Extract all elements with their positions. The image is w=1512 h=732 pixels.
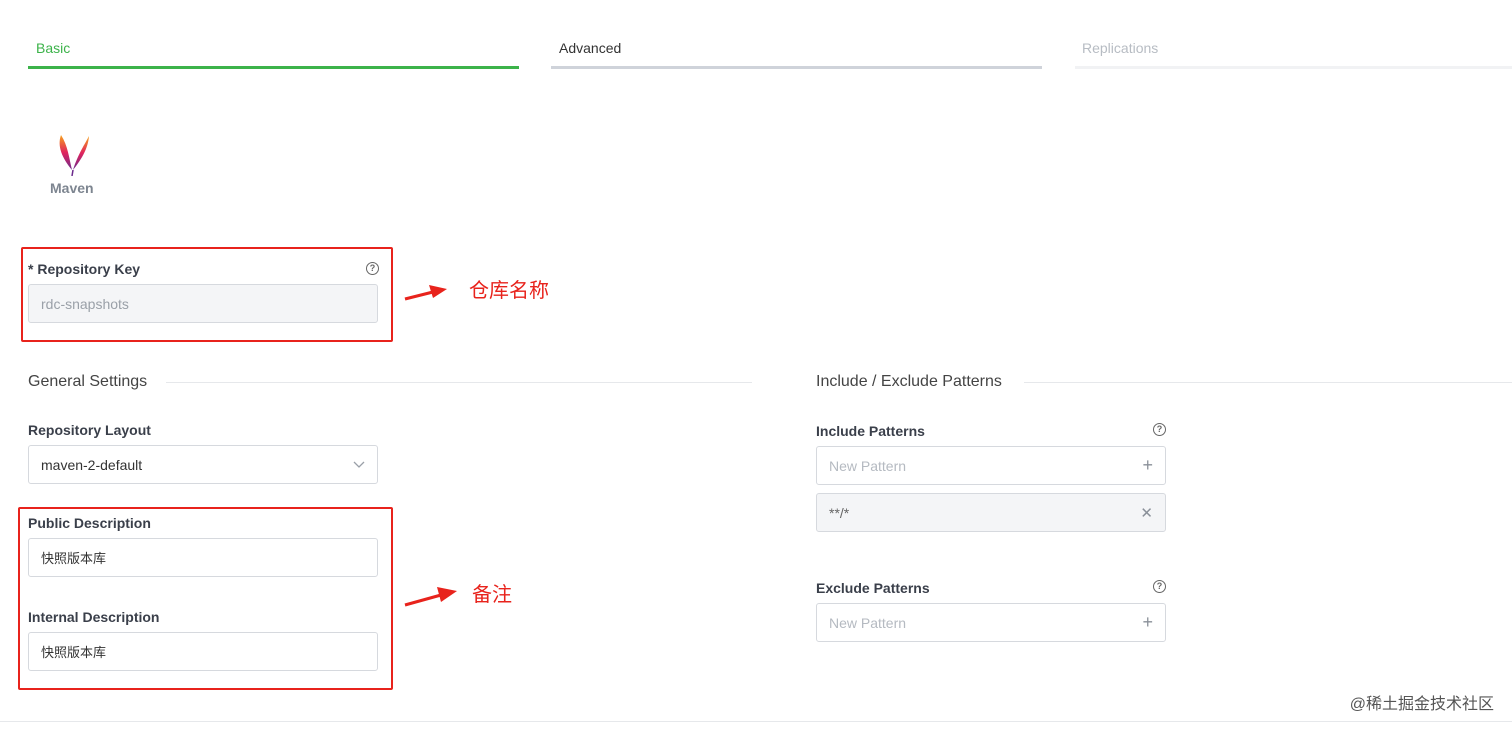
tab-basic[interactable]: Basic [36, 40, 70, 56]
include-pattern-input[interactable]: New Pattern + [816, 446, 1166, 485]
include-patterns-label: Include Patterns [816, 423, 925, 439]
chevron-down-icon [353, 461, 365, 469]
exclude-patterns-label: Exclude Patterns [816, 580, 930, 596]
patterns-title: Include / Exclude Patterns [816, 373, 1002, 390]
bottom-divider [0, 721, 1512, 722]
tab-advanced-indicator [551, 66, 1042, 69]
include-pattern-item: **/* ✕ [816, 493, 1166, 532]
annotation-arrow-icon [403, 585, 459, 614]
annotation-box-repo-key [21, 247, 393, 342]
add-exclude-pattern-icon[interactable]: + [1142, 612, 1153, 633]
add-include-pattern-icon[interactable]: + [1142, 455, 1153, 476]
tab-basic-indicator [28, 66, 519, 69]
exclude-patterns-help-icon[interactable]: ? [1153, 580, 1166, 593]
patterns-divider [1024, 382, 1512, 383]
general-settings-title: General Settings [28, 373, 148, 390]
annotation-remark: 备注 [472, 584, 512, 606]
watermark-text: @稀土掘金技术社区 [1349, 696, 1494, 713]
exclude-pattern-input[interactable]: New Pattern + [816, 603, 1166, 642]
general-settings-divider [166, 382, 752, 383]
remove-pattern-close-icon[interactable]: ✕ [1140, 504, 1153, 522]
maven-feather-icon [52, 132, 94, 177]
include-pattern-item-value: **/* [829, 504, 850, 521]
annotation-box-descriptions [18, 507, 393, 690]
repository-layout-select[interactable]: maven-2-default [28, 445, 378, 484]
include-patterns-help-icon[interactable]: ? [1153, 423, 1166, 436]
annotation-arrow-icon [403, 283, 449, 308]
repository-layout-value: maven-2-default [41, 456, 143, 473]
exclude-pattern-placeholder: New Pattern [829, 614, 907, 631]
repository-layout-label: Repository Layout [28, 422, 151, 438]
tab-advanced[interactable]: Advanced [559, 40, 621, 56]
tab-replications-indicator [1075, 66, 1512, 69]
annotation-repo-name: 仓库名称 [469, 280, 549, 302]
tab-replications: Replications [1082, 40, 1159, 56]
package-type-label: Maven [50, 180, 94, 196]
include-pattern-placeholder: New Pattern [829, 457, 907, 474]
